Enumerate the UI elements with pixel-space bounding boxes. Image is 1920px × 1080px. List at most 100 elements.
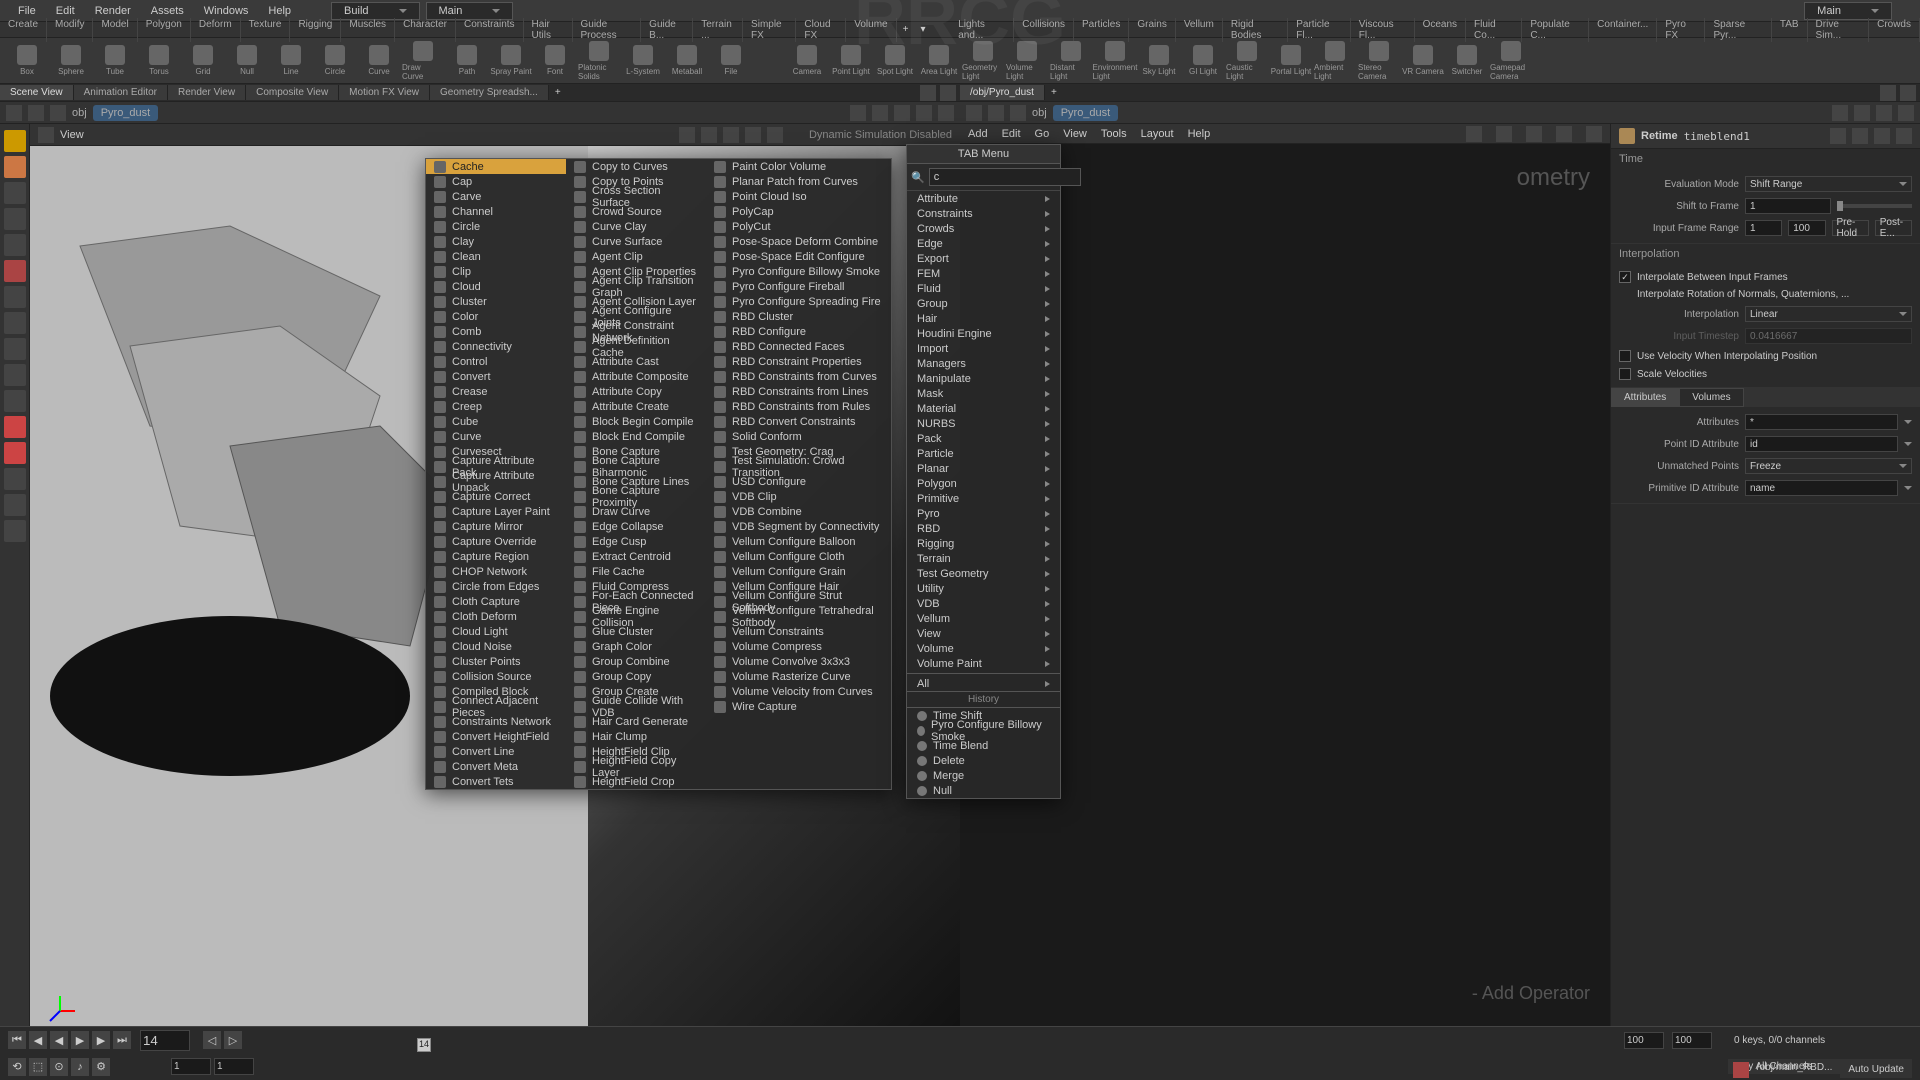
cat-item[interactable]: Volume Paint — [907, 656, 1060, 671]
tab-menu-item[interactable]: Collision Source — [426, 669, 566, 684]
cat-search-input[interactable] — [929, 168, 1081, 186]
cat-item[interactable]: Volume — [907, 641, 1060, 656]
shelf-tab[interactable]: Pyro FX — [1657, 18, 1705, 42]
tab-menu-item[interactable]: Curve Clay — [566, 219, 706, 234]
tab-menu-item[interactable]: Agent Clip Transition Graph — [566, 279, 706, 294]
shelf-tool[interactable]: Curve — [358, 40, 400, 82]
cat-item[interactable]: Edge — [907, 236, 1060, 251]
tab-menu-item[interactable]: Bone Capture Biharmonic — [566, 459, 706, 474]
realtime-icon[interactable]: ⊙ — [50, 1058, 68, 1076]
tab-menu-item[interactable]: USD Configure — [706, 474, 891, 489]
tab-menu-item[interactable]: Cap — [426, 174, 566, 189]
cat-item[interactable]: Houdini Engine — [907, 326, 1060, 341]
shelf-tool[interactable]: Null — [226, 40, 268, 82]
cat-item[interactable]: Fluid — [907, 281, 1060, 296]
help-icon[interactable] — [1896, 128, 1912, 144]
shelf-tab[interactable]: Grains — [1129, 18, 1175, 42]
tab-menu-item[interactable]: Cache — [426, 159, 566, 174]
tab-menu-item[interactable]: Attribute Copy — [566, 384, 706, 399]
view-icon[interactable] — [38, 127, 54, 143]
shelf-tab[interactable]: TAB — [1772, 18, 1808, 42]
tab-menu-item[interactable]: RBD Cluster — [706, 309, 891, 324]
shelf-tool[interactable]: Sky Light — [1138, 40, 1180, 82]
tab-menu-item[interactable]: Volume Velocity from Curves — [706, 684, 891, 699]
tab-menu-item[interactable]: Copy to Curves — [566, 159, 706, 174]
shelf-tool[interactable]: Spray Paint — [490, 40, 532, 82]
shelf-tab[interactable]: Modify — [47, 18, 93, 42]
shift-frame-input[interactable] — [1745, 198, 1831, 214]
tab-menu-item[interactable]: Creep — [426, 399, 566, 414]
prev-frame-icon[interactable]: ◀ — [29, 1031, 47, 1049]
cook-icon[interactable] — [1733, 1062, 1749, 1078]
range-start[interactable] — [171, 1058, 211, 1075]
current-frame[interactable] — [140, 1030, 190, 1051]
tab-menu-item[interactable]: Connect Adjacent Pieces — [426, 699, 566, 714]
tab-menu-item[interactable]: Extract Centroid — [566, 549, 706, 564]
input-range-end[interactable] — [1788, 220, 1825, 236]
post-e[interactable]: Post-E... — [1875, 220, 1912, 236]
shelf-tool[interactable]: Gamepad Camera — [1490, 40, 1532, 82]
shelf-tool[interactable]: GI Light — [1182, 40, 1224, 82]
cat-history-item[interactable]: Pyro Configure Billowy Smoke — [907, 723, 1060, 738]
frame-marker[interactable]: 14 — [417, 1038, 431, 1052]
tab-menu-item[interactable]: Agent Clip — [566, 249, 706, 264]
path-icon[interactable] — [1854, 105, 1870, 121]
shelf-drop-left[interactable]: ▾ — [914, 24, 931, 35]
back-icon[interactable] — [966, 105, 982, 121]
shelf-tool[interactable]: Switcher — [1446, 40, 1488, 82]
pane-tab[interactable]: Scene View — [0, 85, 74, 100]
cat-item[interactable]: Vellum — [907, 611, 1060, 626]
tab-menu-item[interactable]: Wire Capture — [706, 699, 891, 714]
shelf-tab[interactable]: Collisions — [1014, 18, 1074, 42]
tab-menu-item[interactable]: Vellum Configure Tetrahedral Softbody — [706, 609, 891, 624]
shelf-tool[interactable]: Circle — [314, 40, 356, 82]
tab-volumes[interactable]: Volumes — [1679, 388, 1743, 407]
cat-item[interactable]: Planar — [907, 461, 1060, 476]
pane-tab[interactable]: Animation Editor — [74, 85, 168, 100]
shelf-tool[interactable]: Geometry Light — [962, 40, 1004, 82]
net-icon[interactable] — [1496, 126, 1512, 142]
path-icon[interactable] — [872, 105, 888, 121]
tab-menu-item[interactable]: Paint Color Volume — [706, 159, 891, 174]
tab-menu-item[interactable]: Volume Rasterize Curve — [706, 669, 891, 684]
tool-select-icon[interactable] — [4, 130, 26, 152]
shelf-tool[interactable]: Grid — [182, 40, 224, 82]
tab-menu-item[interactable]: Constraints Network — [426, 714, 566, 729]
shelf-tool[interactable]: Spot Light — [874, 40, 916, 82]
shelf-tool[interactable]: Area Light — [918, 40, 960, 82]
cat-item[interactable]: Managers — [907, 356, 1060, 371]
tab-menu-item[interactable]: PolyCap — [706, 204, 891, 219]
cat-item[interactable]: Utility — [907, 581, 1060, 596]
tab-menu-item[interactable]: Vellum Configure Balloon — [706, 534, 891, 549]
tool-icon[interactable] — [4, 286, 26, 308]
shelf-tab[interactable]: Texture — [241, 18, 291, 42]
opt-icon[interactable]: ⚙ — [92, 1058, 110, 1076]
range-end[interactable] — [1624, 1032, 1664, 1049]
pid-menu-icon[interactable] — [1904, 442, 1912, 446]
fwd-icon[interactable] — [28, 105, 44, 121]
back-icon[interactable] — [6, 105, 22, 121]
tab-menu-item[interactable]: Control — [426, 354, 566, 369]
shelf-tool[interactable]: Torus — [138, 40, 180, 82]
tab-menu-item[interactable]: Crease — [426, 384, 566, 399]
net-menu-add[interactable]: Add — [968, 128, 988, 140]
tab-menu-item[interactable]: Cloth Capture — [426, 594, 566, 609]
tab-menu-item[interactable]: Group Copy — [566, 669, 706, 684]
path-obj[interactable]: obj — [72, 107, 87, 119]
use-vel-check[interactable] — [1619, 350, 1631, 362]
tool-arrow-icon[interactable] — [4, 208, 26, 230]
tab-menu-item[interactable]: Vellum Constraints — [706, 624, 891, 639]
shelf-tool[interactable]: File — [710, 40, 752, 82]
cat-item[interactable]: Constraints — [907, 206, 1060, 221]
audio-icon[interactable]: ♪ — [71, 1058, 89, 1076]
tab-menu-item[interactable]: Crowd Source — [566, 204, 706, 219]
play-icon[interactable]: ▶ — [71, 1031, 89, 1049]
net-icon[interactable] — [1466, 126, 1482, 142]
tab-menu-item[interactable]: Vellum Configure Cloth — [706, 549, 891, 564]
shelf-tab[interactable]: Sparse Pyr... — [1705, 18, 1771, 42]
tab-menu-item[interactable]: Hair Clump — [566, 729, 706, 744]
cat-item[interactable]: Manipulate — [907, 371, 1060, 386]
net-icon[interactable] — [1526, 126, 1542, 142]
shelf-tool[interactable]: Platonic Solids — [578, 40, 620, 82]
param-node-name[interactable]: timeblend1 — [1684, 130, 1750, 143]
